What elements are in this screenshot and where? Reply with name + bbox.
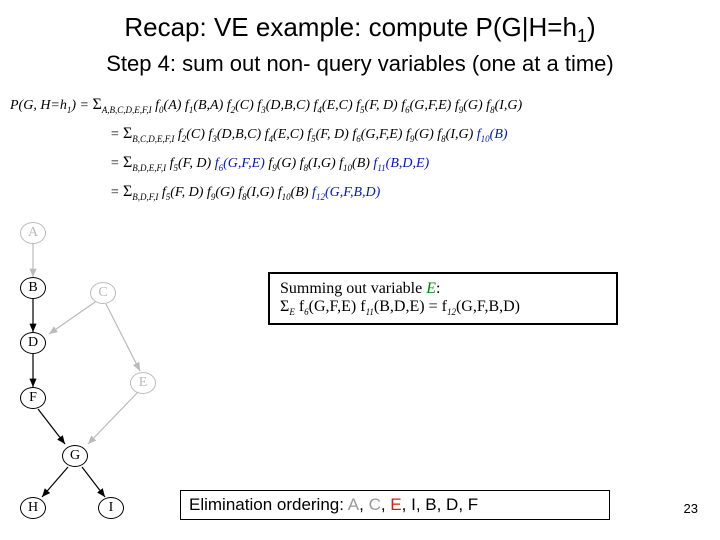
elim-label: Elimination ordering: xyxy=(189,495,348,514)
eq3-9a: (G) f xyxy=(277,156,304,171)
eq2-ba: (B) xyxy=(490,127,508,142)
eq2-5a: (F, D) f xyxy=(316,127,357,142)
node-c: C xyxy=(90,282,116,304)
sum2-sub: B,C,D,E,F,I xyxy=(132,134,174,144)
eq2-4a: (E,C) f xyxy=(273,127,311,142)
elim-rest: I, B, D, F xyxy=(411,495,478,514)
equation-block: P(G, H=h1) = ΣA,B,C,D,E,F,I f0(A) f1(B,A… xyxy=(0,91,720,206)
equation-line-4: = ΣB,D,F,I f5(F, D) f9(G) f8(I,G) f10(B)… xyxy=(110,178,720,207)
elim-a: A xyxy=(348,495,359,514)
slide-subtitle: Step 4: sum out non- query variables (on… xyxy=(0,51,720,77)
eq3-5a: (F, D) xyxy=(178,156,215,171)
box-f: f xyxy=(295,298,304,315)
f6-arg: (G,F,E) f xyxy=(410,98,459,113)
sigma-icon: Σ xyxy=(280,298,289,315)
eq3-pre: = xyxy=(110,156,123,171)
equation-line-2: = ΣB,C,D,E,F,I f2(C) f3(D,B,C) f4(E,C) f… xyxy=(110,120,720,149)
sum4-sub: B,D,F,I xyxy=(132,191,158,201)
title-expr: P(G|H=h xyxy=(476,12,577,42)
eq3-ba: (B,D,E) xyxy=(386,156,430,171)
eq4-f: f xyxy=(158,185,165,200)
eq4-ba: (G,F,B,D) xyxy=(325,185,380,200)
box-l1c: : xyxy=(436,280,440,297)
eq3-6a: (G,F,E) xyxy=(223,156,268,171)
box-12s: 12 xyxy=(447,307,456,317)
eq2-pre: = xyxy=(110,127,123,142)
node-b: B xyxy=(20,277,46,299)
box-var-e: E xyxy=(426,280,436,297)
eq3-8a: (I,G) f xyxy=(308,156,343,171)
elim-e: E xyxy=(390,495,401,514)
eq2-f: f xyxy=(174,127,181,142)
box-12a: (G,F,B,D) xyxy=(456,298,520,315)
sum1-sub: A,B,C,D,E,F,I xyxy=(102,105,152,115)
node-f: F xyxy=(20,387,46,409)
eq3-10s: 10 xyxy=(343,163,352,173)
node-e: E xyxy=(130,372,156,394)
bayes-net-graph: A B C D E F G H I xyxy=(10,222,230,522)
node-a: A xyxy=(20,222,46,244)
f3-arg: (D,B,C) f xyxy=(266,98,318,113)
f4-arg: (E,C) f xyxy=(322,98,360,113)
node-i: I xyxy=(98,497,124,519)
box-l1b: variable xyxy=(371,280,427,297)
box-11s: 11 xyxy=(366,307,374,317)
eq4-10a: (B) xyxy=(291,185,312,200)
f9-arg: (G) f xyxy=(463,98,490,113)
sigma-icon: Σ xyxy=(123,125,132,142)
title-close: ) xyxy=(587,12,596,42)
sigma-icon: Σ xyxy=(123,154,132,171)
elim-s2: , xyxy=(381,495,390,514)
eq4-9a: (G) f xyxy=(215,185,242,200)
sigma-icon: Σ xyxy=(93,96,102,113)
eq4-bs: 12 xyxy=(316,191,325,201)
node-g: G xyxy=(62,445,88,467)
eq4-5a: (F, D) f xyxy=(170,185,211,200)
eq2-6a: (G,F,E) f xyxy=(361,127,410,142)
eq4-8a: (I,G) f xyxy=(247,185,282,200)
eq2-9a: (G) f xyxy=(414,127,441,142)
f-lead: f xyxy=(152,98,159,113)
elimination-ordering-box: Elimination ordering: A, C, E, I, B, D, … xyxy=(180,490,610,520)
title-text: Recap: VE example: compute xyxy=(124,12,475,42)
box-l1a: Summing out xyxy=(280,280,371,297)
summary-box: Summing out variable E: ΣE f6(G,F,E) f11… xyxy=(268,272,618,325)
elim-s1: , xyxy=(359,495,368,514)
node-d: D xyxy=(20,332,46,354)
eq-lhs-close: ) = xyxy=(71,98,92,113)
eq4-pre: = xyxy=(110,185,123,200)
f5-arg: (F, D) f xyxy=(365,98,406,113)
sum3-sub: B,D,E,F,I xyxy=(132,163,166,173)
slide-title: Recap: VE example: compute P(G|H=h1) xyxy=(0,0,720,47)
elim-c: C xyxy=(369,495,381,514)
eq2-bs: 10 xyxy=(481,134,490,144)
eq3-f: f xyxy=(166,156,173,171)
f1-arg: (B,A) f xyxy=(193,98,230,113)
f8-arg: (I,G) xyxy=(495,98,523,113)
eq2-2a: (C) f xyxy=(186,127,212,142)
page-number: 23 xyxy=(684,501,698,516)
box-line1: Summing out variable E: xyxy=(280,280,606,298)
node-h: H xyxy=(20,497,46,519)
f2-arg: (C) f xyxy=(235,98,261,113)
eq4-10s: 10 xyxy=(282,191,291,201)
equation-line-1: P(G, H=h1) = ΣA,B,C,D,E,F,I f0(A) f1(B,A… xyxy=(10,91,720,120)
eq3-10a: (B) xyxy=(352,156,373,171)
f0-arg: (A) f xyxy=(164,98,189,113)
graph-edges xyxy=(10,222,230,522)
eq2-3a: (D,B,C) f xyxy=(217,127,269,142)
elim-s3: , xyxy=(402,495,411,514)
box-6a: (G,F,E) f xyxy=(309,298,366,315)
equation-line-3: = ΣB,D,E,F,I f5(F, D) f6(G,F,E) f9(G) f8… xyxy=(110,149,720,178)
box-11a: (B,D,E) = f xyxy=(374,298,447,315)
eq3-bs: 11 xyxy=(377,163,385,173)
eq2-8a: (I,G) xyxy=(446,127,477,142)
eq-lhs: P(G, H=h xyxy=(10,98,67,113)
box-line2: ΣE f6(G,F,E) f11(B,D,E) = f12(G,F,B,D) xyxy=(280,298,606,317)
title-sub: 1 xyxy=(577,26,587,46)
sigma-icon: Σ xyxy=(123,183,132,200)
